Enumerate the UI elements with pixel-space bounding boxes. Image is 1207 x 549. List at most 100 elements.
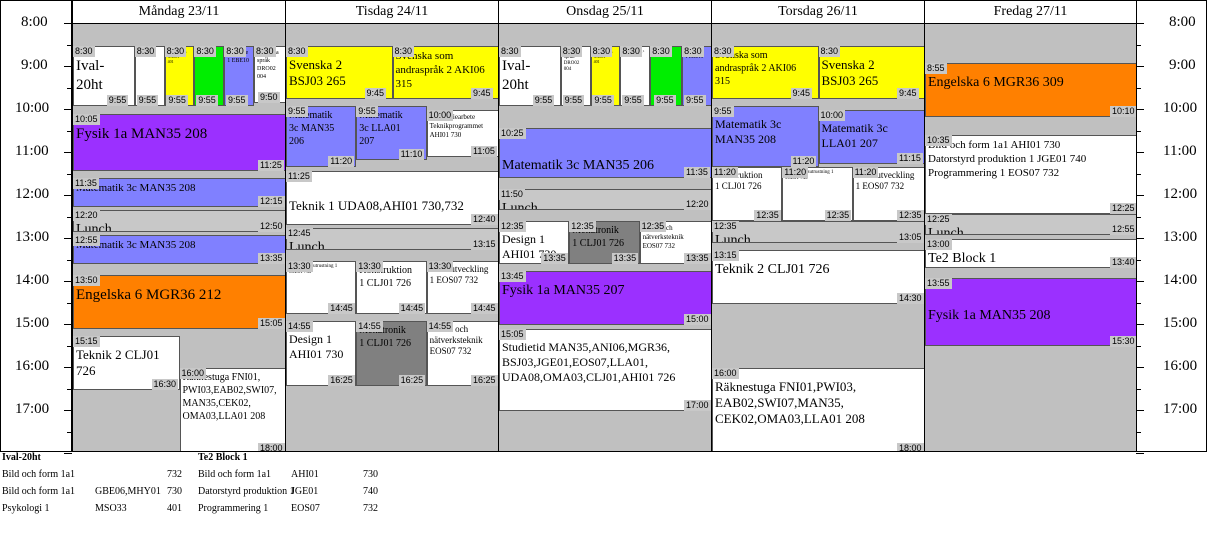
footer-cell: 730 <box>363 469 378 480</box>
footer-cell: Bild och form 1a1 <box>2 486 76 497</box>
time-label-left: 9:00 <box>21 57 48 73</box>
schedule-event[interactable]: Lunch <box>73 210 285 232</box>
time-tick <box>1136 152 1144 153</box>
day-header: Måndag 23/11 <box>73 1 285 24</box>
event-end-time: 9:55 <box>196 95 218 107</box>
event-start-time: 11:50 <box>499 188 525 200</box>
time-label-right: 8:00 <box>1169 14 1196 30</box>
time-tick <box>64 367 72 368</box>
event-text: Studietid MAN35,ANI06,MGR36, BSJ03,JGE01… <box>502 339 676 384</box>
time-label-left: 17:00 <box>15 401 50 417</box>
schedule-event[interactable]: Lunch <box>286 228 498 250</box>
time-tick <box>64 152 72 153</box>
event-end-time: 17:00 <box>684 400 711 411</box>
event-end-time: 15:00 <box>684 314 711 325</box>
schedule-event[interactable]: Fysik 1a MAN35 207 <box>499 271 711 325</box>
footer-cell: Bild och form 1a1 <box>2 469 76 480</box>
event-start-time: 13:45 <box>499 271 526 283</box>
event-start-time: 14:55 <box>286 321 313 333</box>
schedule-event[interactable]: Engelska 6 MGR36 212 <box>73 274 285 329</box>
event-end-time: 9:55 <box>166 95 188 107</box>
time-label-left: 13:00 <box>15 229 50 245</box>
time-label-left: 16:00 <box>15 358 50 374</box>
time-tick <box>1136 23 1144 24</box>
schedule-event[interactable]: Engelska 6 MGR36 309 <box>925 63 1136 118</box>
event-start-time: 11:35 <box>73 178 99 190</box>
schedule-event[interactable]: Lunch <box>925 213 1136 236</box>
schedule-event[interactable]: Bild och form 1a1 AHI01 730 Datorstyrd p… <box>925 135 1136 214</box>
time-label-left: 15:00 <box>15 315 50 331</box>
event-start-time: 12:55 <box>73 235 100 247</box>
event-end-time: 11:25 <box>258 159 284 171</box>
event-start-time: 12:35 <box>569 221 596 233</box>
time-label-right: 9:00 <box>1169 57 1196 73</box>
event-text: Bild och form 1a1 AHI01 730 Datorstyrd p… <box>928 139 1087 180</box>
event-end-time: 14:30 <box>897 292 924 304</box>
event-text: Fysik 1a MAN35 208 <box>76 125 208 142</box>
schedule-event[interactable]: Matematik 3c MAN35 206 <box>499 127 711 179</box>
time-label-left: 8:00 <box>21 14 48 30</box>
event-start-time: 12:20 <box>73 210 100 222</box>
time-label-right: 13:00 <box>1163 229 1198 245</box>
event-start-time: 8:30 <box>818 45 841 57</box>
event-text: Teknik 2 CLJ01 726 <box>715 261 830 277</box>
event-end-time: 13:05 <box>897 231 924 243</box>
event-text: Lunch <box>502 200 538 211</box>
event-end-time: 9:45 <box>897 88 919 100</box>
time-tick <box>1136 324 1144 325</box>
schedule-event[interactable]: Räknestuga FNI01, PWI03,EAB02,SWI07, MAN… <box>179 368 285 451</box>
event-start-time: 14:55 <box>356 321 383 333</box>
event-start-time: 13:55 <box>925 278 952 290</box>
time-tick <box>1136 109 1144 110</box>
schedule-event[interactable]: Matematik 3c MAN35 208 <box>73 235 285 265</box>
event-start-time: 11:25 <box>286 170 312 182</box>
time-label-right: 11:00 <box>1163 143 1197 159</box>
event-start-time: 15:15 <box>73 335 100 347</box>
event-text: Matematik 3c MAN35 208 <box>76 182 196 195</box>
footer-cell: Psykologi 1 <box>2 503 50 514</box>
event-start-time: 8:30 <box>286 45 308 57</box>
event-start-time: 10:35 <box>925 135 952 147</box>
footer-cell: Programmering 1 <box>198 503 269 514</box>
day-header: Onsdag 25/11 <box>499 1 711 24</box>
event-end-time: 14:45 <box>398 303 426 315</box>
schedule-event[interactable]: Fysik 1a MAN35 208 <box>73 113 285 171</box>
event-start-time: 8:30 <box>620 45 642 57</box>
schedule-event[interactable]: Lunch <box>712 221 924 243</box>
schedule-event[interactable]: Fysik 1a MAN35 208 <box>925 278 1136 347</box>
time-label-left: 11:00 <box>15 143 49 159</box>
event-start-time: 12:45 <box>286 228 313 240</box>
schedule-event[interactable]: Teknik 2 CLJ01 726 <box>712 249 924 304</box>
time-tick <box>1136 410 1144 411</box>
time-tick <box>1136 66 1144 67</box>
time-label-left: 14:00 <box>15 272 50 288</box>
event-start-time: 8:30 <box>164 45 187 57</box>
schedule-event[interactable]: Studietid MAN35,ANI06,MGR36, BSJ03,JGE01… <box>499 328 711 411</box>
event-end-time: 13:15 <box>471 238 498 250</box>
event-start-time: 8:30 <box>134 45 157 57</box>
event-start-time: 9:55 <box>356 106 378 118</box>
schedule-event[interactable]: Teknik 1 UDA08,AHI01 730,732 <box>286 170 498 225</box>
schedule-event[interactable]: Te2 Block 1 <box>925 239 1136 268</box>
schedule-event[interactable]: Matematik 3c MAN35 208 <box>73 178 285 207</box>
event-end-time: 11:15 <box>897 152 923 164</box>
event-end-time: 15:30 <box>1110 335 1136 347</box>
event-text: Fysik 1a MAN35 208 <box>928 308 1051 324</box>
event-end-time: 13:35 <box>258 253 285 265</box>
time-tick <box>1136 367 1144 368</box>
footer-cell: Datorstyrd produktion 1 <box>198 486 295 497</box>
event-end-time: 9:55 <box>654 95 676 107</box>
event-end-time: 9:55 <box>684 95 706 107</box>
event-start-time: 13:15 <box>712 249 739 261</box>
time-label-left: 10:00 <box>15 100 50 116</box>
event-end-time: 12:40 <box>471 213 498 225</box>
schedule-event[interactable]: Räknestuga FNI01,PWI03, EAB02,SWI07,MAN3… <box>712 368 924 451</box>
event-end-time: 9:55 <box>532 95 555 107</box>
day-header: Fredag 27/11 <box>925 1 1136 24</box>
event-end-time: 16:25 <box>328 374 355 386</box>
time-tick <box>64 195 72 196</box>
event-text: Matematik 3c MAN35 208 <box>76 239 196 252</box>
schedule-event[interactable]: Lunch <box>499 188 711 211</box>
day-column: Torsdag 26/11Svenska som andraspråk 2 AK… <box>711 0 925 452</box>
footer-cell: MSO33 <box>95 503 127 514</box>
